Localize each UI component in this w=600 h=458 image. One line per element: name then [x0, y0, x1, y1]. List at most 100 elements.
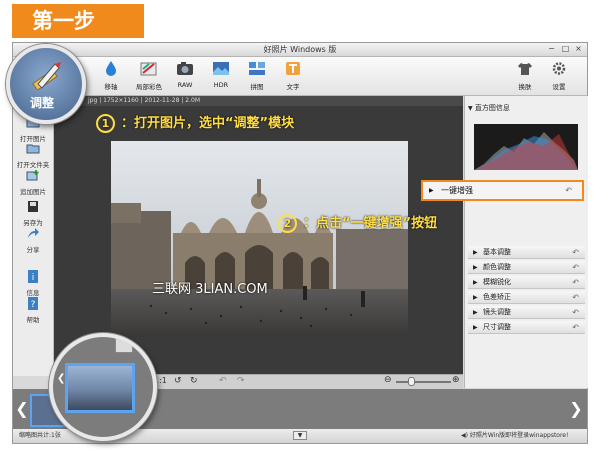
text-icon — [286, 62, 300, 75]
image-type: jpg — [88, 97, 98, 104]
adjust-item-blur-sharpen[interactable]: ▶ 模糊锐化 ↶ — [468, 276, 585, 289]
histogram-graph — [474, 132, 578, 170]
thumbnail-bubble: ❮ — [49, 333, 157, 441]
tool-hdr[interactable]: HDR — [201, 60, 241, 94]
gear-icon — [552, 62, 566, 75]
folder-icon — [26, 144, 40, 154]
histogram-title: 直方图信息 — [474, 104, 510, 112]
adjust-item-label: 基本调整 — [483, 248, 511, 256]
tool-raw[interactable]: RAW — [165, 60, 205, 94]
image-size: 2.0M — [185, 97, 200, 104]
tool-collage[interactable]: 拼图 — [237, 60, 277, 94]
adjust-item-label: 尺寸调整 — [483, 323, 511, 331]
sidebar-item-add-image[interactable]: 追加图片 — [13, 169, 53, 196]
watermark: 三联网 3LIAN.COM — [152, 282, 268, 297]
reset-icon[interactable]: ↶ — [565, 182, 572, 199]
tool-label: 设置 — [552, 83, 566, 91]
sidebar-item-label: 分享 — [26, 246, 40, 254]
tool-text[interactable]: 文字 — [273, 60, 313, 94]
sidebar-item-label: 另存为 — [23, 219, 43, 227]
annotation-step2: 2 ：点击“一键增强”按钮 — [278, 212, 437, 233]
photo — [111, 141, 408, 337]
title-bar: 好照片 Windows 版 − □ × — [13, 43, 587, 57]
adjust-item-basic[interactable]: ▶ 基本调整 ↶ — [468, 246, 585, 259]
zoom-slider-handle[interactable] — [408, 377, 415, 386]
left-sidebar: 打开图片 打开文件夹 追加图片 另存为 分享 i 信息 ? 帮助 — [13, 96, 54, 376]
droplet-icon — [106, 61, 116, 76]
save-icon — [28, 201, 38, 212]
image-date: 2012-11-28 — [144, 97, 180, 104]
bubble-prev-icon: ❮ — [57, 373, 66, 384]
shirt-icon — [518, 63, 532, 75]
adjust-item-chromatic[interactable]: ▶ 色差矫正 ↶ — [468, 291, 585, 304]
status-message-text: 好照片Win版即将登录winappstore! — [469, 432, 569, 439]
histogram — [474, 124, 578, 170]
zoom-out-icon[interactable]: ⊖ — [384, 375, 392, 385]
camera-icon — [177, 62, 193, 75]
cathedral-photo — [111, 141, 408, 337]
step2-number: 2 — [278, 214, 297, 233]
one-key-enhance-button[interactable]: ▶ 一键增强 ↶ — [421, 180, 584, 201]
status-message: ◀) 好照片Win版即将登录winappstore! — [461, 432, 569, 439]
sidebar-item-share[interactable]: 分享 — [13, 227, 53, 254]
reset-icon[interactable]: ↶ — [572, 246, 579, 259]
tool-label: 移轴 — [104, 83, 118, 91]
maximize-button[interactable]: □ — [561, 45, 570, 53]
sidebar-item-label: 追加图片 — [20, 188, 46, 196]
adjust-item-label: 镜头调整 — [483, 308, 511, 316]
zoom-slider[interactable] — [396, 381, 451, 383]
sidebar-item-info[interactable]: i 信息 — [13, 270, 53, 297]
tool-label: 文字 — [286, 83, 300, 91]
reset-icon[interactable]: ↶ — [572, 321, 579, 334]
strip-prev-icon[interactable]: ❮ — [15, 397, 29, 421]
collage-icon — [249, 62, 265, 75]
help-icon: ? — [28, 297, 38, 310]
redo-icon[interactable]: ↷ — [237, 376, 245, 386]
sidebar-item-help[interactable]: ? 帮助 — [13, 297, 53, 324]
close-button[interactable]: × — [574, 45, 583, 53]
sidebar-item-label: 信息 — [26, 289, 40, 297]
reset-icon[interactable]: ↶ — [572, 276, 579, 289]
collapse-strip-icon[interactable]: ▼ — [293, 431, 307, 440]
reset-icon[interactable]: ↶ — [572, 261, 579, 274]
thumbnail-count: 缩略图共计:1张 — [19, 432, 61, 439]
tool-settings[interactable]: 设置 — [539, 60, 579, 94]
window-title: 好照片 Windows 版 — [263, 45, 337, 54]
adjust-module-label: 调整 — [29, 96, 54, 110]
adjust-item-label: 模糊锐化 — [483, 278, 511, 286]
sidebar-item-label: 打开文件夹 — [16, 161, 50, 169]
one-key-enhance-label: 一键增强 — [441, 186, 473, 195]
step-banner: 第一步 — [12, 4, 144, 38]
expand-icon: ▶ — [429, 187, 434, 194]
thumbnail-zoomed[interactable] — [65, 363, 135, 413]
histogram-header[interactable]: ▼ 直方图信息 — [468, 102, 585, 115]
sidebar-item-save-as[interactable]: 另存为 — [13, 200, 53, 227]
sidebar-item-label: 帮助 — [26, 316, 40, 324]
minimize-button[interactable]: − — [547, 45, 556, 53]
zoom-in-icon[interactable]: ⊕ — [452, 375, 460, 385]
svg-text:i: i — [32, 273, 35, 283]
adjust-item-color[interactable]: ▶ 颜色调整 ↶ — [468, 261, 585, 274]
step2-text: ：点击“一键增强”按钮 — [303, 216, 438, 231]
reset-icon[interactable]: ↶ — [572, 306, 579, 319]
adjust-item-label: 颜色调整 — [483, 263, 511, 271]
adjust-item-lens[interactable]: ▶ 镜头调整 ↶ — [468, 306, 585, 319]
rotate-left-icon[interactable]: ↺ — [174, 376, 182, 386]
step1-text: ：打开图片，选中“调整”模块 — [121, 116, 295, 131]
annotation-step1: 1 ：打开图片，选中“调整”模块 — [96, 112, 294, 133]
tool-label: 拼图 — [250, 83, 264, 91]
tool-local-color[interactable]: 局部彩色 — [129, 60, 169, 94]
adjust-item-size[interactable]: ▶ 尺寸调整 ↶ — [468, 321, 585, 334]
share-icon — [28, 228, 39, 238]
strip-next-icon[interactable]: ❯ — [569, 397, 583, 421]
undo-icon[interactable]: ↶ — [219, 376, 227, 386]
tool-tilt-shift[interactable]: 移轴 — [91, 60, 131, 94]
expand-icon: ▶ — [473, 324, 478, 331]
hdr-icon — [213, 62, 229, 75]
info-icon: i — [28, 270, 38, 283]
adjust-module-bubble[interactable]: 调整 — [6, 44, 86, 124]
rotate-right-icon[interactable]: ↻ — [190, 376, 198, 386]
tool-label: HDR — [213, 81, 229, 89]
sidebar-item-open-folder[interactable]: 打开文件夹 — [13, 142, 53, 169]
reset-icon[interactable]: ↶ — [572, 291, 579, 304]
